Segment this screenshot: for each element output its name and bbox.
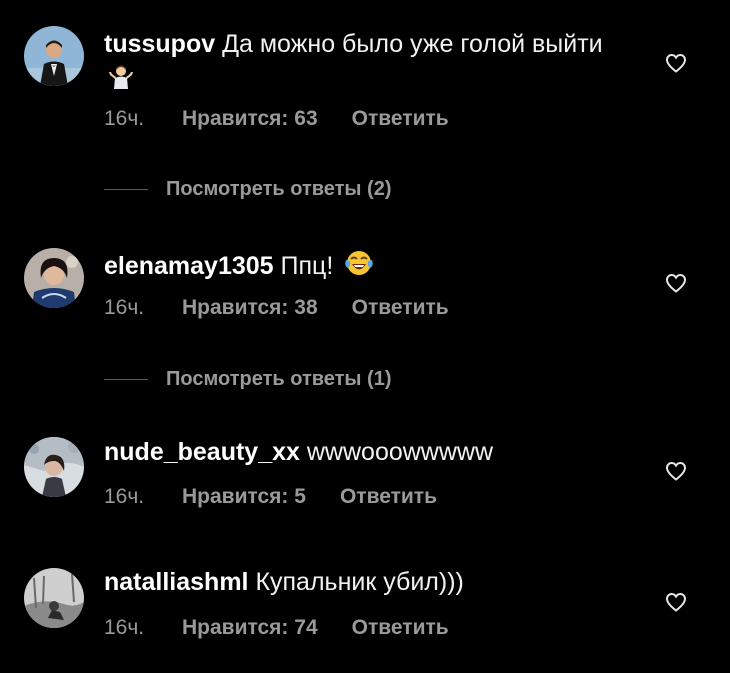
comment-body: Купальник убил))) <box>255 568 464 596</box>
comment-username[interactable]: elenamay1305 <box>104 252 274 280</box>
replies-divider <box>104 188 148 190</box>
reply-button[interactable]: Ответить <box>352 296 449 320</box>
reply-button[interactable]: Ответить <box>352 107 449 131</box>
comment-text: nude_beauty_xx wwwooowwwww <box>104 436 604 469</box>
avatar[interactable] <box>24 568 84 628</box>
like-heart-icon[interactable] <box>664 459 688 483</box>
replies-divider <box>104 378 148 380</box>
view-replies-label: Посмотреть ответы (2) <box>166 177 392 200</box>
like-count[interactable]: Нравится: 38 <box>182 296 318 320</box>
face-with-tears-of-joy-emoji-icon <box>344 248 374 287</box>
avatar[interactable] <box>24 248 84 308</box>
comment-meta: 16ч. Нравится: 63 Ответить <box>104 107 449 131</box>
avatar[interactable] <box>24 26 84 86</box>
reply-button[interactable]: Ответить <box>352 616 449 640</box>
comment-username[interactable]: nude_beauty_xx <box>104 438 300 466</box>
comment-text: tussupov Да можно было уже голой выйти <box>104 28 604 98</box>
view-replies-label: Посмотреть ответы (1) <box>166 367 392 390</box>
like-count[interactable]: Нравится: 63 <box>182 107 318 131</box>
like-heart-icon[interactable] <box>664 590 688 614</box>
comment-text: natalliashml Купальник убил))) <box>104 566 604 599</box>
view-replies-button[interactable]: Посмотреть ответы (2) <box>104 174 392 204</box>
comment-meta: 16ч. Нравится: 5 Ответить <box>104 485 437 509</box>
comment-username[interactable]: natalliashml <box>104 568 249 596</box>
comment-username[interactable]: tussupov <box>104 30 215 58</box>
like-count[interactable]: Нравится: 5 <box>182 485 306 509</box>
comment-meta: 16ч. Нравится: 38 Ответить <box>104 296 449 320</box>
comment-text: elenamay1305 Ппц! <box>104 248 604 287</box>
person-shrugging-emoji-icon <box>108 63 134 98</box>
reply-button[interactable]: Ответить <box>340 485 437 509</box>
like-count[interactable]: Нравится: 74 <box>182 616 318 640</box>
view-replies-button[interactable]: Посмотреть ответы (1) <box>104 364 392 394</box>
comment-body: Ппц! <box>280 252 334 280</box>
comment-meta: 16ч. Нравится: 74 Ответить <box>104 616 449 640</box>
like-heart-icon[interactable] <box>664 51 688 75</box>
comment-time: 16ч. <box>104 616 145 639</box>
comment-time: 16ч. <box>104 485 145 508</box>
like-heart-icon[interactable] <box>664 271 688 295</box>
comment-time: 16ч. <box>104 107 145 130</box>
avatar[interactable] <box>24 437 84 497</box>
comment-body: Да можно было уже голой выйти <box>222 30 603 58</box>
comment-body: wwwooowwwww <box>306 438 494 466</box>
comment-time: 16ч. <box>104 296 145 319</box>
